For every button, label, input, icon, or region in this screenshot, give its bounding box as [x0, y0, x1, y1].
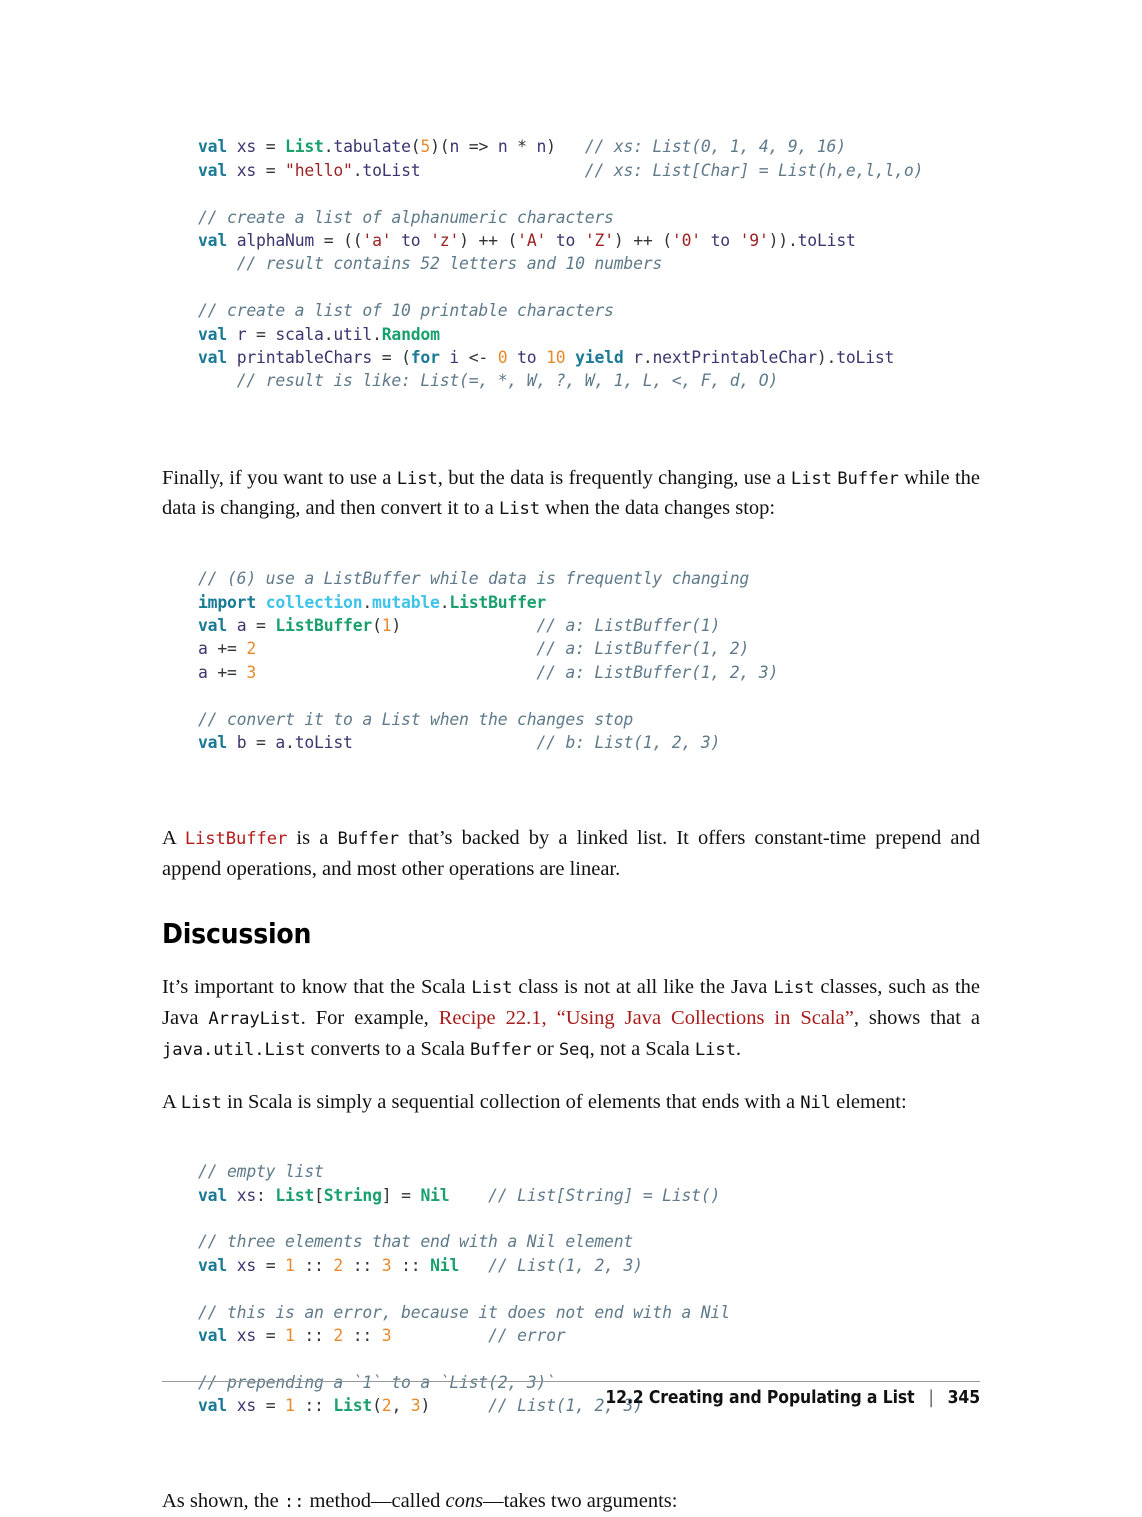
inline-code: List — [695, 1040, 736, 1060]
code-line: val xs = List.tabulate(5)(n => n * n) //… — [198, 135, 980, 158]
code-line: val b = a.toList // b: List(1, 2, 3) — [198, 731, 980, 754]
footer-divider — [162, 1381, 980, 1382]
code-blank-line — [198, 182, 980, 205]
inline-code: List — [791, 469, 832, 489]
code-line: val r = scala.util.Random — [198, 323, 980, 346]
emphasis-cons: cons — [446, 1490, 484, 1512]
code-line: // create a list of alphanumeric charact… — [198, 206, 980, 229]
inline-code: Buffer — [337, 829, 399, 849]
inline-code: ArrayList — [208, 1009, 300, 1029]
inline-code-listbuffer: ListBuffer — [185, 829, 287, 849]
code-blank-line — [198, 1207, 980, 1230]
code-line: a += 2 // a: ListBuffer(1, 2) — [198, 637, 980, 660]
inline-code: List — [499, 499, 540, 519]
inline-code: List — [181, 1093, 222, 1113]
code-line: // convert it to a List when the changes… — [198, 708, 980, 731]
code-line: val xs: List[String] = Nil // List[Strin… — [198, 1184, 980, 1207]
code-block-listbuffer-usage: // (6) use a ListBuffer while data is fr… — [162, 544, 980, 801]
section-heading-discussion: Discussion — [162, 917, 980, 950]
inline-code: java.util.List — [162, 1040, 305, 1060]
page-footer: 12.2 Creating and Populating a List | 345 — [162, 1388, 980, 1408]
paragraph-listbuffer-description: A ListBuffer is a Buffer that’s backed b… — [162, 824, 980, 884]
paragraph-scala-vs-java-list: It’s important to know that the Scala Li… — [162, 973, 980, 1065]
code-block-scala-list-creation: val xs = List.tabulate(5)(n => n * n) //… — [162, 112, 980, 440]
inline-code: Buffer — [837, 469, 899, 489]
code-line: // three elements that end with a Nil el… — [198, 1230, 980, 1253]
paragraph-cons-method: As shown, the :: method—called cons—take… — [162, 1487, 980, 1517]
paragraph-listbuffer-intro: Finally, if you want to use a List, but … — [162, 464, 980, 525]
code-line: val printableChars = (for i <- 0 to 10 y… — [198, 346, 980, 369]
inline-code: Nil — [800, 1093, 831, 1113]
code-line: val alphaNum = (('a' to 'z') ++ ('A' to … — [198, 229, 980, 252]
code-line: // this is an error, because it does not… — [198, 1301, 980, 1324]
code-line: a += 3 // a: ListBuffer(1, 2, 3) — [198, 661, 980, 684]
code-line: val xs = "hello".toList // xs: List[Char… — [198, 159, 980, 182]
code-line: // empty list — [198, 1160, 980, 1183]
page-content: val xs = List.tabulate(5)(n => n * n) //… — [162, 112, 980, 1517]
footer-separator: | — [928, 1388, 933, 1408]
code-blank-line — [198, 684, 980, 707]
code-line: import collection.mutable.ListBuffer — [198, 591, 980, 614]
inline-code: :: — [284, 1492, 305, 1512]
code-line: val xs = 1 :: 2 :: 3 // error — [198, 1324, 980, 1347]
code-blank-line — [198, 1277, 980, 1300]
inline-code: Buffer — [470, 1040, 532, 1060]
cross-reference-link[interactable]: Recipe 22.1, “Using Java Collections in … — [439, 1007, 854, 1029]
code-blank-line — [198, 1347, 980, 1370]
inline-code: List — [397, 469, 438, 489]
paragraph-list-nil-definition: A List in Scala is simply a sequential c… — [162, 1088, 980, 1119]
code-line: val a = ListBuffer(1) // a: ListBuffer(1… — [198, 614, 980, 637]
footer-section-title: 12.2 Creating and Populating a List — [605, 1388, 914, 1408]
code-blank-line — [198, 276, 980, 299]
inline-code: Seq — [559, 1040, 590, 1060]
inline-code: List — [773, 978, 814, 998]
code-line: // (6) use a ListBuffer while data is fr… — [198, 567, 980, 590]
document-page: val xs = List.tabulate(5)(n => n * n) //… — [0, 0, 1142, 1500]
code-line: val xs = 1 :: 2 :: 3 :: Nil // List(1, 2… — [198, 1254, 980, 1277]
page-number: 345 — [948, 1388, 980, 1408]
inline-code: List — [471, 978, 512, 998]
code-block-nil-cons-examples: // empty listval xs: List[String] = Nil … — [162, 1137, 980, 1465]
code-line: // result contains 52 letters and 10 num… — [198, 252, 980, 275]
code-line: // result is like: List(=, *, W, ?, W, 1… — [198, 369, 980, 392]
code-line: // create a list of 10 printable charact… — [198, 299, 980, 322]
